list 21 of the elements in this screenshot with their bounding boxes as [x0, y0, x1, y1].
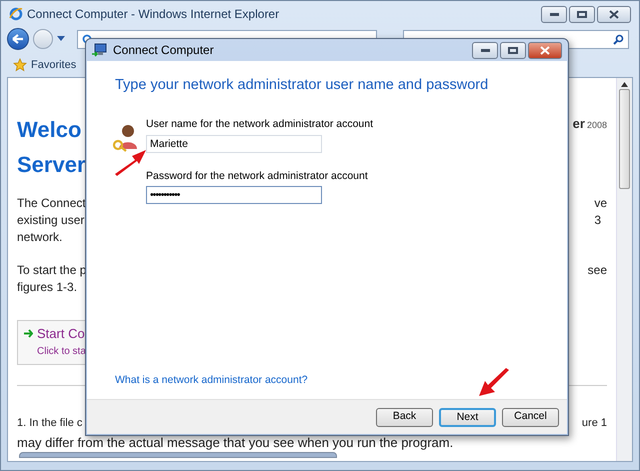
- page-heading: Server: [17, 151, 86, 179]
- paragraph-text: ve: [594, 195, 607, 212]
- field-label: Password for the network administrator account: [146, 168, 369, 184]
- dialog-title: Connect Computer: [113, 42, 214, 59]
- product-name: er: [572, 115, 585, 133]
- paragraph-text: ure 1: [582, 416, 607, 431]
- field-label: User name for the network administrator account: [146, 116, 374, 132]
- paragraph-text: 3: [594, 212, 602, 229]
- start-title: Start Co: [37, 325, 85, 343]
- paragraph-text: may differ from the actual message that you see when you run the program.: [17, 434, 454, 452]
- paragraph-text: existing user: [17, 212, 86, 229]
- paragraph-text: network.: [17, 229, 64, 246]
- window-title: Connect Computer - Windows Internet Explorer: [27, 6, 280, 23]
- page-heading: Welco: [17, 116, 82, 144]
- paragraph-text: figures 1-3.: [17, 279, 78, 296]
- paragraph-text: The Connect: [17, 195, 86, 212]
- product-year: 2008: [586, 119, 607, 132]
- start-subtitle: Click to sta: [37, 344, 87, 358]
- paragraph-text: see: [588, 262, 607, 279]
- paragraph-text: 1. In the file c: [17, 416, 82, 431]
- dialog-heading: Type your network administrator user name and password: [115, 76, 490, 95]
